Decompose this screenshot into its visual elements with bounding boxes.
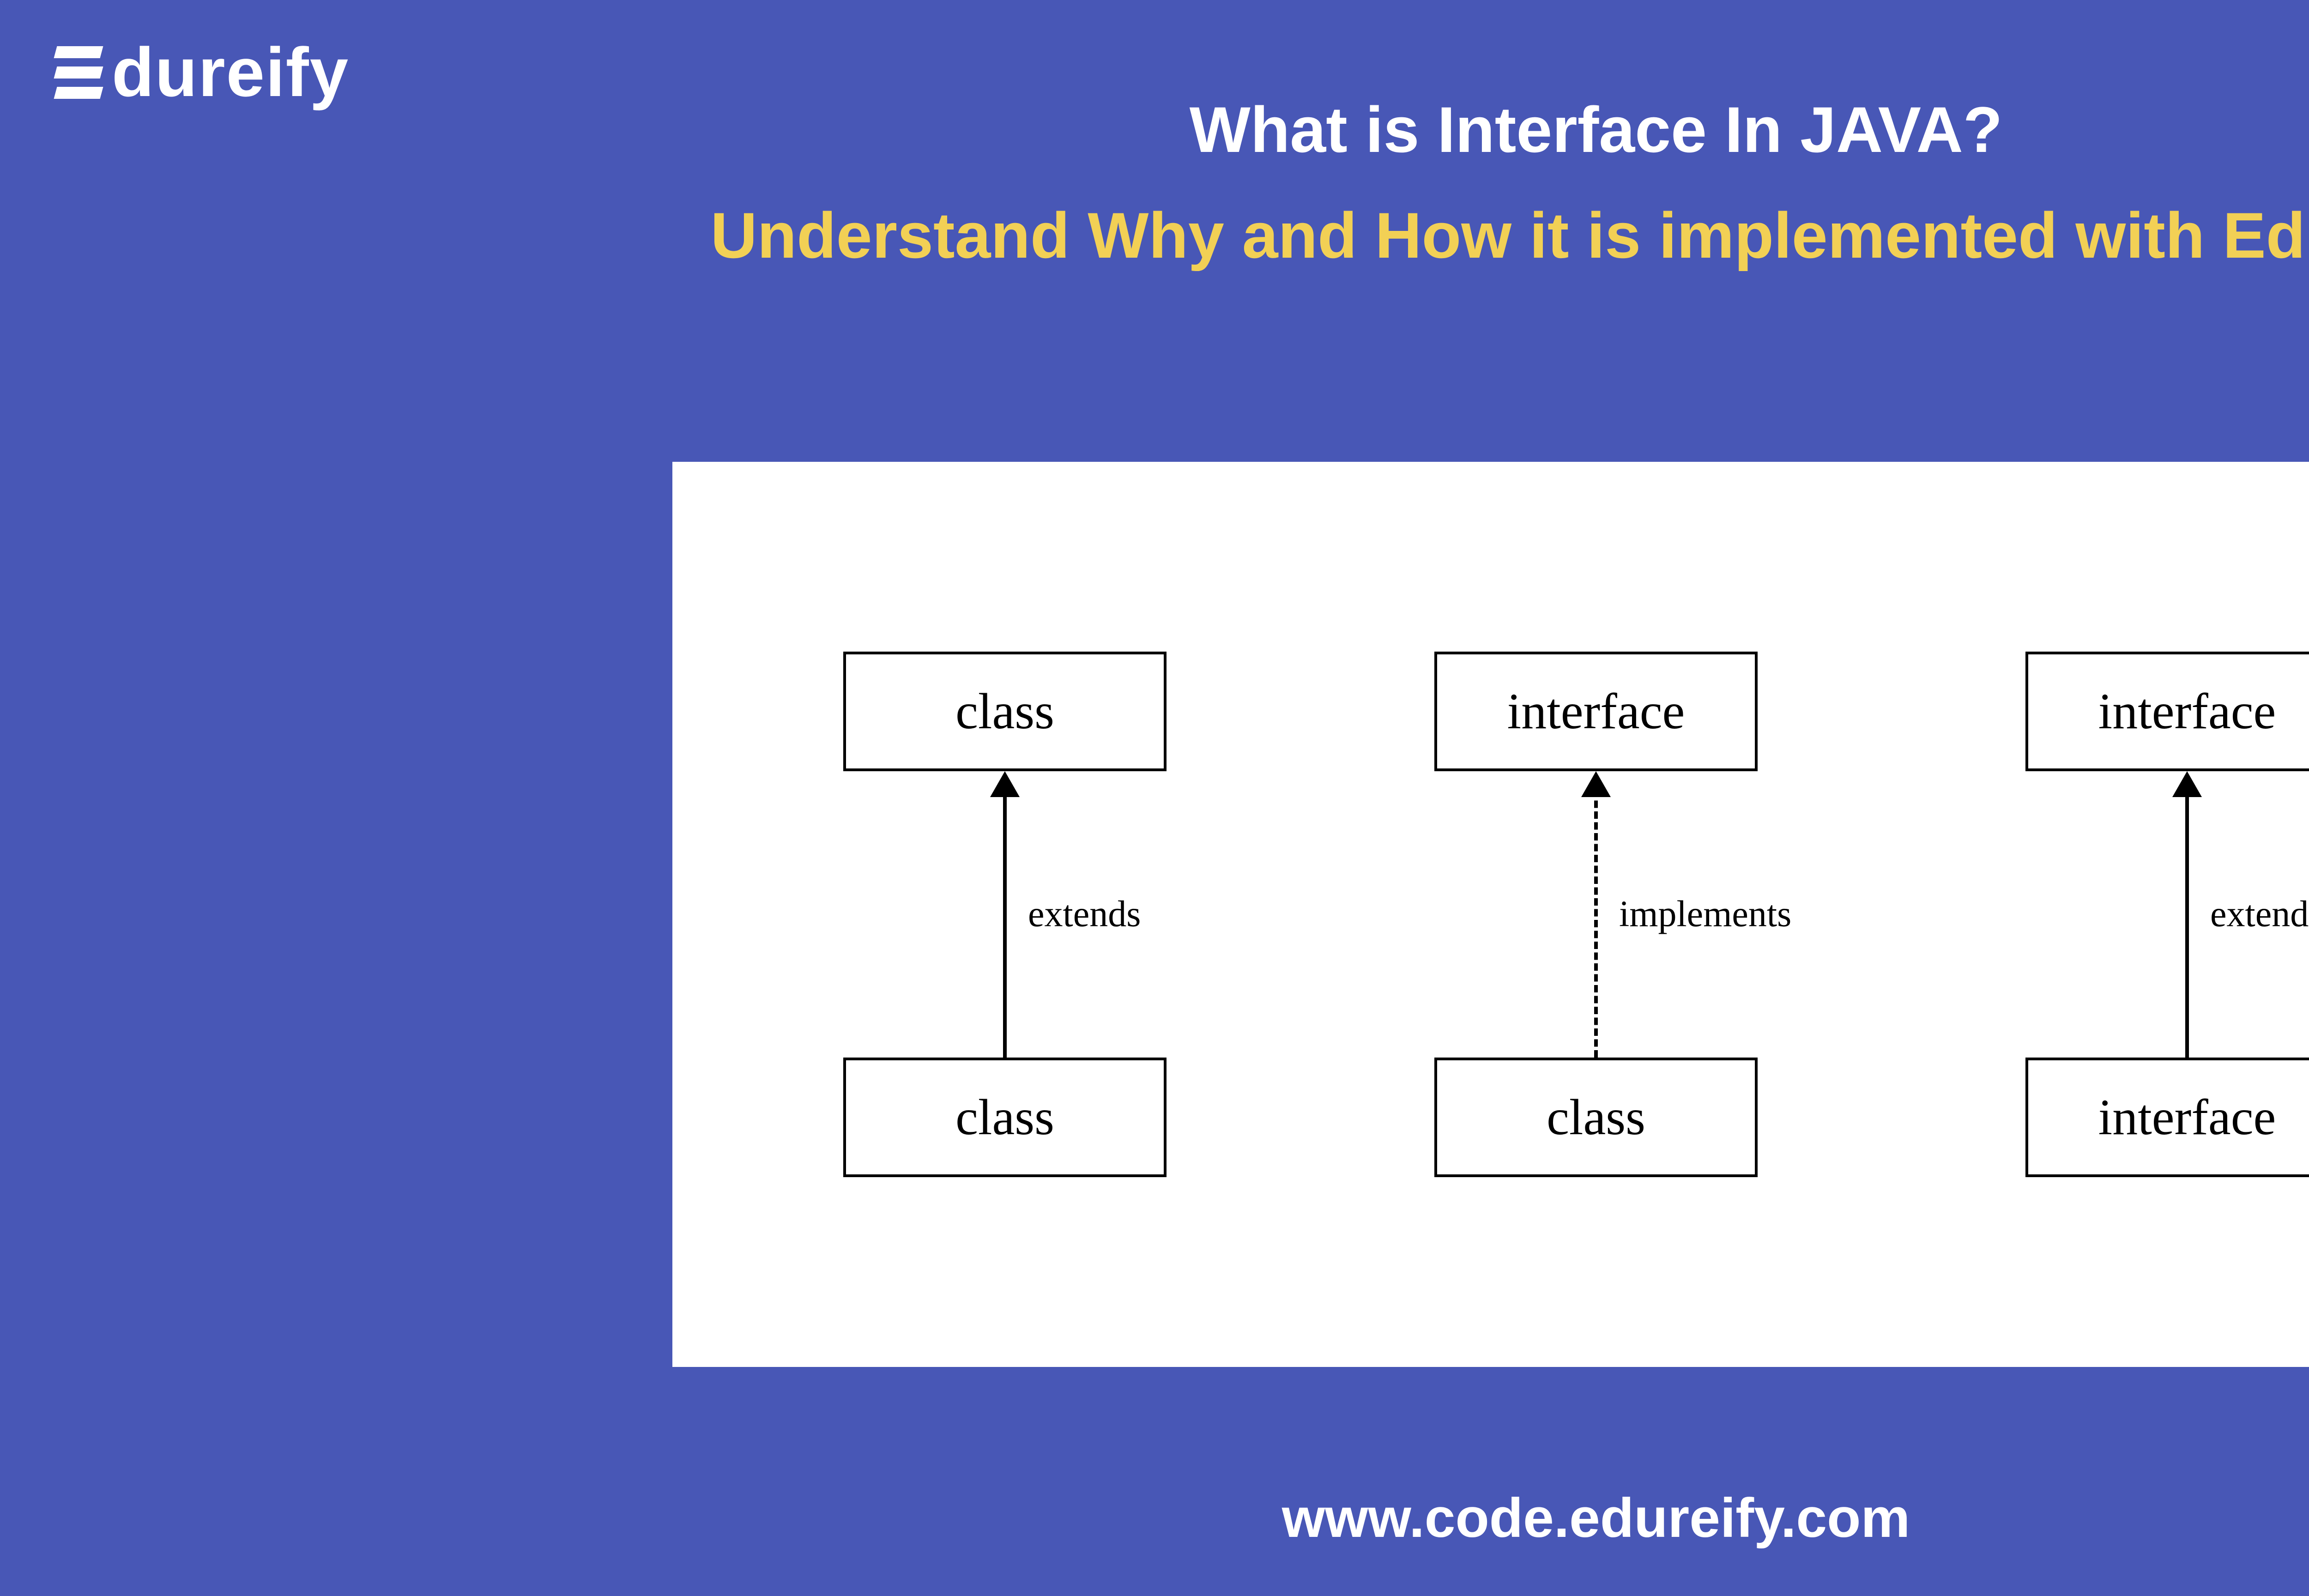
diagram-column: interface extends interface [2025, 652, 2309, 1177]
arrow-label: extends [2210, 894, 2309, 936]
diagram-bottom-box: class [843, 1058, 1167, 1177]
diagram-column: interface implements class [1434, 652, 1758, 1177]
brand-logo: dureify [55, 32, 349, 112]
logo-text: dureify [112, 32, 349, 112]
interface-diagram: class extends class interface implements… [672, 462, 2309, 1367]
arrow: extends [2127, 771, 2247, 1058]
diagram-bottom-box: interface [2025, 1058, 2309, 1177]
arrow: extends [945, 771, 1065, 1058]
diagram-top-box: interface [1434, 652, 1758, 771]
arrow-line-solid [2185, 790, 2189, 1058]
arrow: implements [1536, 771, 1656, 1058]
page-subtitle: Understand Why and How it is implemented… [319, 195, 2309, 276]
arrow-label: extends [1028, 894, 1141, 936]
arrow-label: implements [1619, 894, 1791, 936]
arrow-line-dashed [1594, 790, 1598, 1058]
diagram-column: class extends class [843, 652, 1167, 1177]
logo-bars-icon [55, 46, 102, 99]
diagram-top-box: class [843, 652, 1167, 771]
arrow-line-solid [1003, 790, 1007, 1058]
footer-url: www.code.edureify.com [1282, 1486, 1910, 1550]
diagram-top-box: interface [2025, 652, 2309, 771]
heading-block: What is Interface In JAVA? Understand Wh… [319, 92, 2309, 276]
page-title: What is Interface In JAVA? [319, 92, 2309, 167]
diagram-bottom-box: class [1434, 1058, 1758, 1177]
